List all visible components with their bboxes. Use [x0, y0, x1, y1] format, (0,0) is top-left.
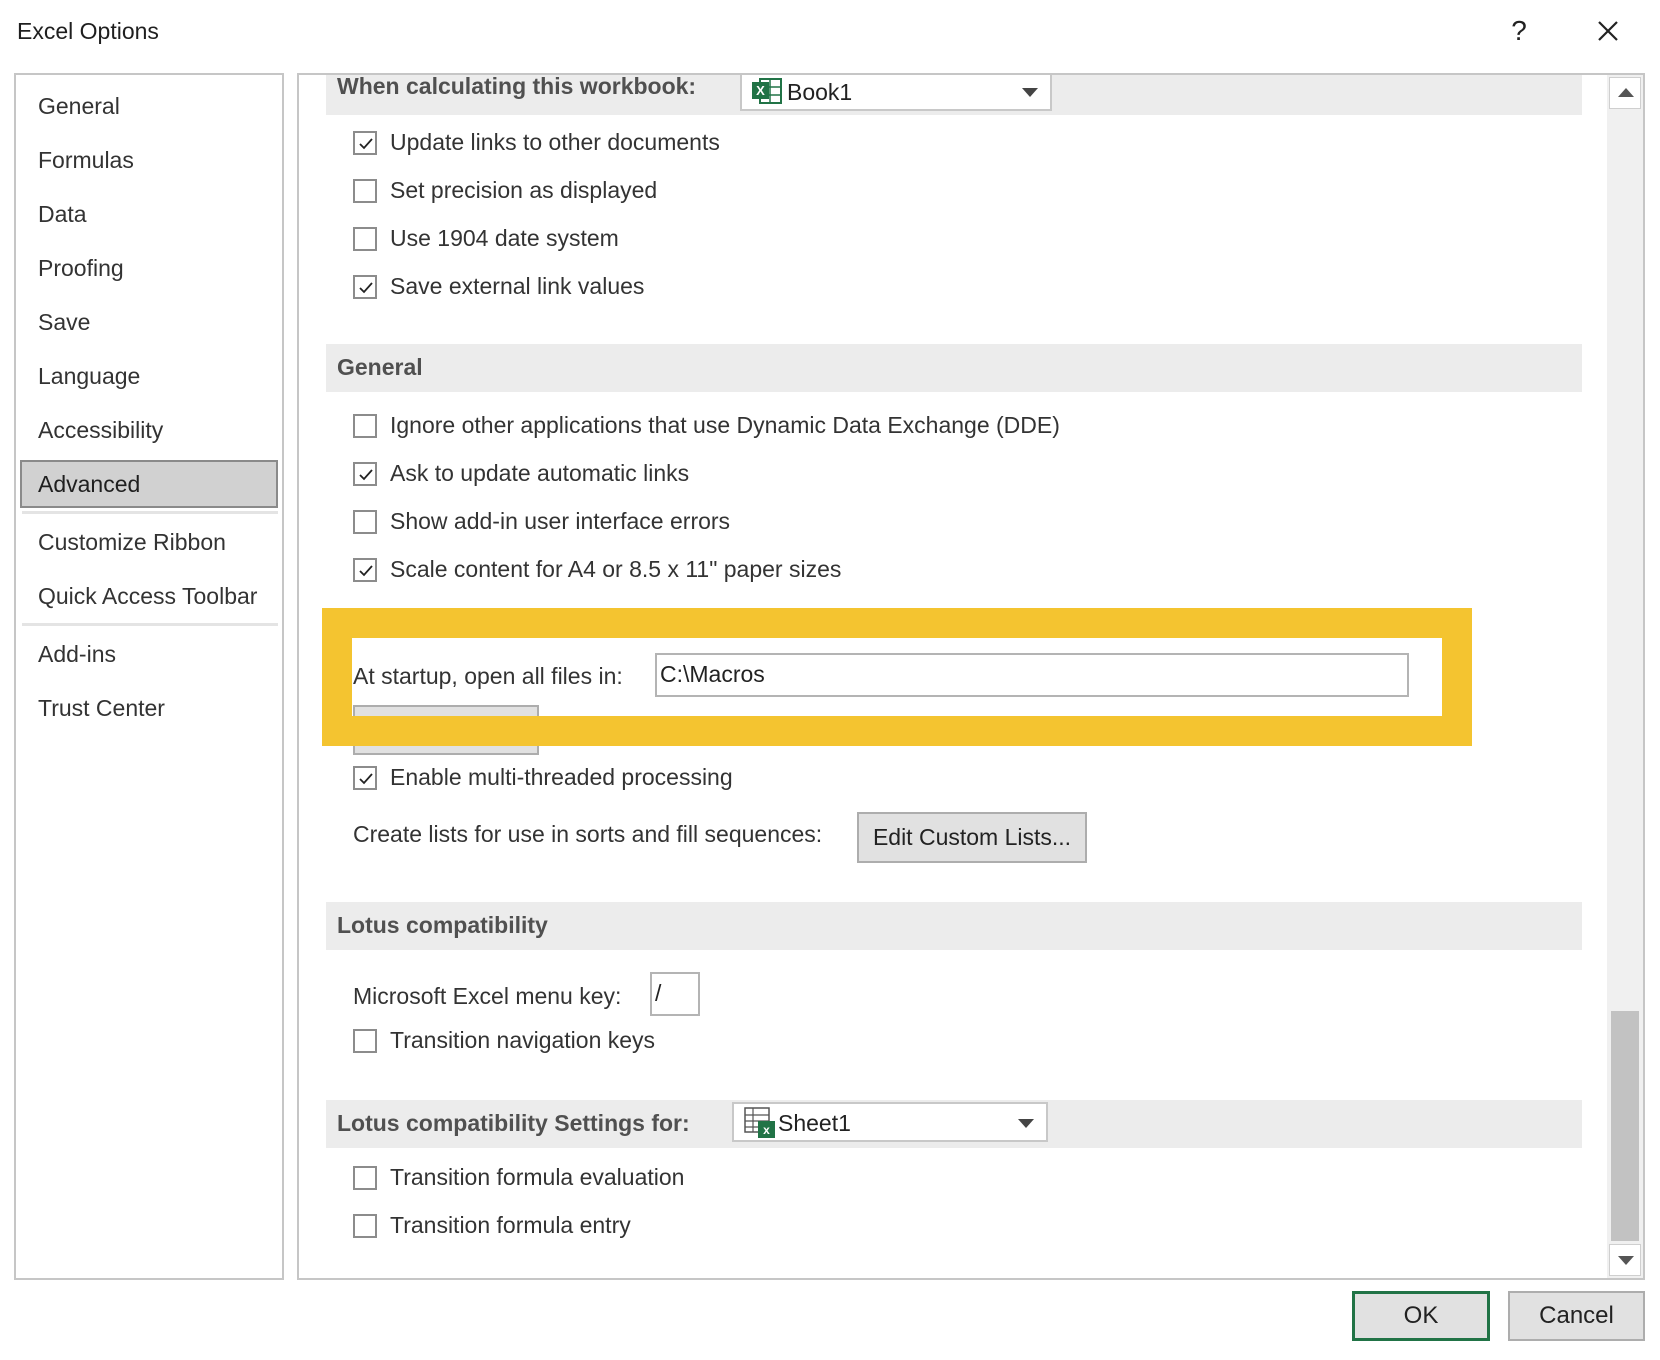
option-label: Scale content for A4 or 8.5 x 11" paper …: [390, 556, 842, 582]
excel-workbook-icon: X: [752, 78, 782, 104]
checkbox-checked[interactable]: [353, 766, 377, 790]
startup-folder-input[interactable]: C:\Macros: [655, 653, 1409, 697]
nav-item-data[interactable]: Data: [20, 190, 278, 238]
section-title: General: [337, 354, 423, 380]
nav-item-general[interactable]: General: [20, 82, 278, 130]
checkbox-checked[interactable]: [353, 275, 377, 299]
startup-folder-label: At startup, open all files in:: [353, 663, 623, 689]
dialog-title: Excel Options: [17, 18, 159, 44]
option-label: Ask to update automatic links: [390, 460, 690, 486]
svg-text:x: x: [763, 1123, 770, 1137]
scroll-down-icon: [1618, 1256, 1634, 1265]
nav-item-advanced[interactable]: Advanced: [20, 460, 278, 508]
section-title: Lotus compatibility: [337, 912, 548, 938]
nav-separator: [22, 511, 278, 514]
option-label: Transition formula evaluation: [390, 1164, 685, 1190]
checkbox-unchecked[interactable]: [353, 1166, 377, 1190]
option-label: Transition navigation keys: [390, 1027, 656, 1053]
option-label: Ignore other applications that use Dynam…: [390, 412, 1060, 438]
chevron-down-icon: [1018, 1119, 1034, 1128]
section-title: Lotus compatibility Settings for:: [337, 1110, 690, 1136]
menu-key-label: Microsoft Excel menu key:: [353, 983, 622, 1009]
nav-item-quick-access-toolbar[interactable]: Quick Access Toolbar: [20, 572, 278, 620]
option-label: Set precision as displayed: [390, 177, 658, 203]
scroll-down-button[interactable]: [1609, 1244, 1641, 1276]
cancel-button[interactable]: Cancel: [1508, 1291, 1645, 1341]
section-title: When calculating this workbook:: [337, 73, 697, 99]
vertical-scrollbar[interactable]: [1607, 75, 1643, 1278]
option-label: Save external link values: [390, 273, 645, 299]
menu-key-input[interactable]: /: [650, 972, 700, 1016]
section-header-general: General: [326, 344, 1582, 392]
checkbox-unchecked[interactable]: [353, 227, 377, 251]
checkbox-unchecked[interactable]: [353, 510, 377, 534]
checkbox-checked[interactable]: [353, 462, 377, 486]
check-icon: [359, 138, 373, 150]
scroll-up-icon: [1618, 88, 1634, 97]
nav-item-proofing[interactable]: Proofing: [20, 244, 278, 292]
scroll-track[interactable]: [1611, 113, 1639, 1013]
option-label: Transition formula entry: [390, 1212, 631, 1238]
checkbox-unchecked[interactable]: [353, 1214, 377, 1238]
sheet-dropdown[interactable]: x Sheet1: [732, 1102, 1048, 1142]
category-nav: General Formulas Data Proofing Save Lang…: [14, 73, 284, 1280]
checkbox-checked[interactable]: [353, 131, 377, 155]
checkbox-unchecked[interactable]: [353, 1029, 377, 1053]
option-label: Use 1904 date system: [390, 225, 619, 251]
checkbox-checked[interactable]: [353, 558, 377, 582]
nav-separator: [22, 623, 278, 626]
ok-button[interactable]: OK: [1352, 1291, 1490, 1341]
checkbox-unchecked[interactable]: [353, 179, 377, 203]
help-icon: ?: [1511, 15, 1527, 46]
sheet-value: Sheet1: [778, 1110, 851, 1136]
option-label: Update links to other documents: [390, 129, 720, 155]
chevron-down-icon: [1022, 88, 1038, 97]
check-icon: [359, 282, 373, 294]
nav-item-language[interactable]: Language: [20, 352, 278, 400]
workbook-dropdown[interactable]: X Book1: [740, 75, 1052, 111]
title-bar: Excel Options ?: [0, 0, 1660, 62]
nav-item-trust-center[interactable]: Trust Center: [20, 684, 278, 732]
edit-custom-lists-button[interactable]: Edit Custom Lists...: [857, 812, 1087, 863]
nav-item-formulas[interactable]: Formulas: [20, 136, 278, 184]
option-label: Show add-in user interface errors: [390, 508, 731, 534]
option-label: Enable multi-threaded processing: [390, 764, 733, 790]
nav-item-customize-ribbon[interactable]: Customize Ribbon: [20, 518, 278, 566]
check-icon: [359, 773, 373, 785]
section-header-lotus: Lotus compatibility: [326, 902, 1582, 950]
excel-sheet-icon: x: [744, 1107, 775, 1138]
close-button[interactable]: [1585, 8, 1631, 54]
checkbox-unchecked[interactable]: [353, 414, 377, 438]
custom-lists-label: Create lists for use in sorts and fill s…: [353, 821, 823, 847]
workbook-value: Book1: [787, 79, 853, 105]
check-icon: [359, 469, 373, 481]
menu-key-value: /: [655, 980, 662, 1006]
nav-item-save[interactable]: Save: [20, 298, 278, 346]
startup-folder-value: C:\Macros: [660, 661, 765, 687]
scroll-up-button[interactable]: [1609, 77, 1641, 109]
svg-text:X: X: [756, 83, 765, 98]
options-content: When calculating this workbook: X Book1 …: [297, 73, 1645, 1280]
help-button[interactable]: ?: [1496, 8, 1542, 54]
check-icon: [359, 565, 373, 577]
scroll-thumb[interactable]: [1611, 1011, 1639, 1241]
nav-item-accessibility[interactable]: Accessibility: [20, 406, 278, 454]
nav-item-add-ins[interactable]: Add-ins: [20, 630, 278, 678]
close-icon: [1598, 21, 1618, 41]
